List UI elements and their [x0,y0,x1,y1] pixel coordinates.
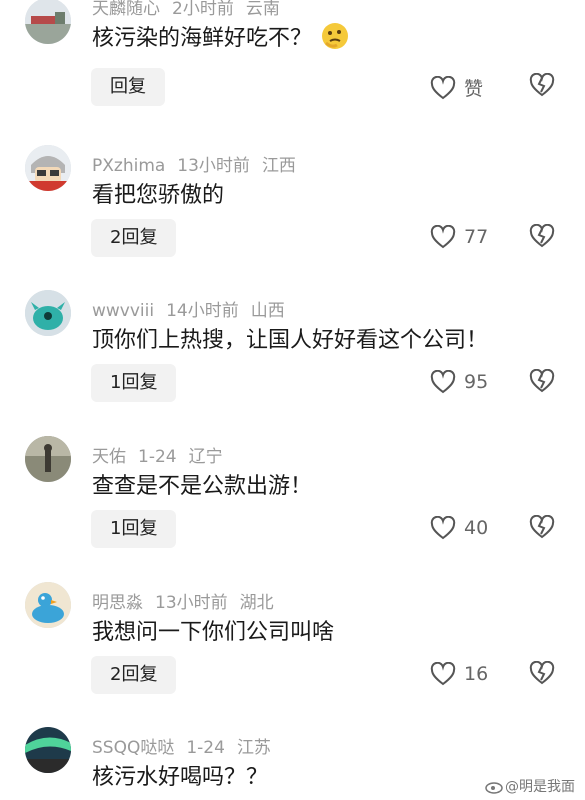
comment-location: 辽宁 [188,447,223,467]
heart-icon [430,516,456,540]
comment-time: 13小时前 [177,156,250,176]
comment-text: 查查是不是公款出游！ [92,474,313,499]
like-count: 95 [464,371,489,393]
like-count: 16 [464,663,489,685]
like-count: 赞 [464,78,484,100]
avatar-cartoon-icon[interactable] [25,145,71,191]
comment-meta: wwvviii 14小时前 山西 [92,296,297,321]
heart-icon [430,75,456,99]
comment-text: 看把您骄傲的 [92,183,225,208]
like-count: 77 [464,226,489,248]
reply-button[interactable]: 回复 [91,68,165,106]
comment-text: 我想问一下你们公司叫啥 [92,620,335,645]
comment-text: 顶你们上热搜，让国人好好看这个公司！ [92,328,489,353]
comment-location: 江西 [261,156,296,176]
comment-meta: PXzhima 13小时前 江西 [92,151,308,176]
dislike-button[interactable] [529,368,555,397]
comment-location: 江苏 [236,738,271,758]
comment-text: 核污水好喝吗？？ [92,765,269,790]
dislike-button[interactable] [529,72,555,101]
avatar-bird-icon[interactable] [25,582,71,628]
comment-time: 14小时前 [166,301,239,321]
reply-button[interactable]: 2回复 [91,219,177,257]
dislike-button[interactable] [529,514,555,543]
broken-heart-icon [529,514,555,539]
comment-text: 核污染的海鲜好吃不？ [92,20,350,57]
comment-username[interactable]: 明思淼 [92,593,143,613]
comment-location: 山西 [250,301,285,321]
like-button[interactable]: 40 [430,516,488,540]
weibo-logo-icon [485,782,503,794]
reply-button[interactable]: 1回复 [91,510,177,548]
comment-username[interactable]: 天佑 [92,447,126,467]
comment-username[interactable]: 天麟随心 [92,0,160,19]
comment-meta: 明思淼 13小时前 湖北 [92,588,286,613]
avatar-photo-icon[interactable] [25,436,71,482]
comment-time: 2小时前 [172,0,234,19]
avatar-landscape-icon[interactable] [25,0,71,44]
comment-username[interactable]: SSQQ哒哒 [92,738,174,758]
like-button[interactable]: 77 [430,225,488,249]
comment-meta: 天佑 1-24 辽宁 [92,442,235,467]
watermark-text: @明是我面 [505,779,575,795]
heart-icon [430,370,456,394]
comment-time: 13小时前 [155,593,228,613]
dislike-button[interactable] [529,223,555,252]
comment-time: 1-24 [186,738,225,758]
thinking-face-icon [320,21,350,57]
like-button[interactable]: 95 [430,370,488,394]
comment-username[interactable]: wwvviii [92,301,154,321]
broken-heart-icon [529,660,555,685]
watermark: @明是我面 [485,776,575,796]
avatar-aurora-icon[interactable] [25,727,71,773]
dislike-button[interactable] [529,660,555,689]
like-button[interactable]: 16 [430,662,488,686]
avatar-teal-creature-icon[interactable] [25,290,71,336]
comment-location: 湖北 [239,593,274,613]
heart-icon [430,662,456,686]
comment-meta: 天麟随心 2小时前 云南 [92,0,292,19]
broken-heart-icon [529,72,555,97]
comment-time: 1-24 [138,447,177,467]
like-count: 40 [464,517,489,539]
comment-text-content: 核污染的海鲜好吃不？ [92,26,313,51]
comment-location: 云南 [245,0,280,19]
heart-icon [430,225,456,249]
like-button[interactable]: 赞 [430,74,483,101]
broken-heart-icon [529,223,555,248]
broken-heart-icon [529,368,555,393]
comment-meta: SSQQ哒哒 1-24 江苏 [92,733,283,758]
comment-username[interactable]: PXzhima [92,156,165,176]
reply-button[interactable]: 2回复 [91,656,177,694]
reply-button[interactable]: 1回复 [91,364,177,402]
